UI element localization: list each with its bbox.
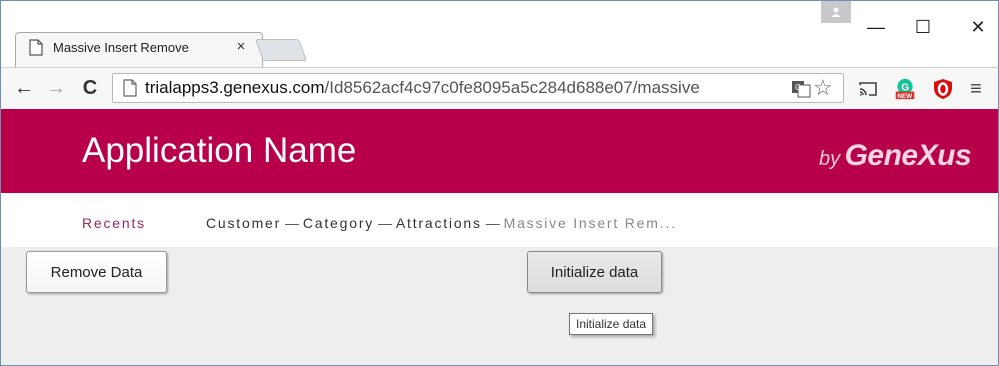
breadcrumb-item-category[interactable]: Category [303, 215, 374, 231]
brand-name: GeneXus [844, 139, 972, 172]
url-path: /Id8562acf4c97c0fe8095a5c284d688e07/mass… [324, 78, 700, 97]
bookmark-star-icon[interactable]: ☆ [813, 76, 833, 100]
close-window-button[interactable]: ✕ [963, 15, 993, 39]
app-header: Application Name by GeneXus [1, 109, 998, 193]
new-badge: NEW [897, 93, 912, 100]
grammarly-glyph-icon: G NEW [895, 78, 915, 100]
profile-button[interactable] [821, 1, 851, 23]
back-button[interactable]: ← [11, 74, 37, 102]
title-bar: Massive Insert Remove × — ☐ ✕ [1, 1, 998, 67]
reload-button[interactable]: C [77, 74, 103, 102]
tooltip: Initialize data [569, 313, 654, 335]
main-content: Remove Data Initialize data Initialize d… [1, 247, 998, 365]
page-icon [29, 39, 43, 56]
breadcrumb-separator: — [481, 215, 504, 231]
genexus-logo: by GeneXus [819, 139, 972, 173]
browser-toolbar: ← → C trialapps3.genexus.com/Id8562acf4c… [1, 67, 998, 109]
initialize-data-button[interactable]: Initialize data [527, 251, 662, 293]
cast-glyph-icon [859, 82, 877, 96]
maximize-button[interactable]: ☐ [908, 15, 938, 39]
grammarly-icon[interactable]: G NEW [894, 78, 916, 100]
recents-link[interactable]: Recents [82, 215, 146, 231]
browser-menu-icon[interactable]: ≡ [965, 78, 987, 100]
minimize-button[interactable]: — [861, 15, 891, 39]
url-host: trialapps3.genexus.com [145, 78, 325, 97]
app-title: Application Name [82, 131, 357, 170]
forward-button[interactable]: → [43, 74, 69, 102]
adblock-icon[interactable] [932, 78, 954, 100]
breadcrumb-separator: — [281, 215, 303, 231]
translate-icon[interactable]: G [791, 80, 811, 98]
breadcrumb-path: Customer — Category — Attractions — Mass… [206, 215, 677, 231]
cast-icon[interactable] [857, 78, 879, 100]
tab-title: Massive Insert Remove [53, 40, 189, 55]
page-info-icon[interactable] [123, 79, 137, 97]
person-icon [831, 7, 841, 17]
shield-icon [934, 79, 952, 99]
address-bar[interactable]: trialapps3.genexus.com/Id8562acf4c97c0fe… [112, 73, 844, 103]
breadcrumb: Recents Customer — Category — Attraction… [1, 193, 998, 247]
remove-data-button[interactable]: Remove Data [26, 251, 167, 293]
breadcrumb-item-customer[interactable]: Customer [206, 215, 281, 231]
url-text[interactable]: trialapps3.genexus.com/Id8562acf4c97c0fe… [145, 78, 785, 98]
new-tab-button[interactable] [254, 39, 308, 61]
svg-text:G: G [795, 83, 801, 92]
brand-by: by [819, 148, 841, 170]
breadcrumb-item-attractions[interactable]: Attractions [396, 215, 482, 231]
tab-close-icon[interactable]: × [233, 38, 249, 55]
breadcrumb-separator: — [374, 215, 396, 231]
browser-window: Massive Insert Remove × — ☐ ✕ ← → C tria… [0, 0, 999, 366]
breadcrumb-current: Massive Insert Rem... [503, 215, 677, 231]
